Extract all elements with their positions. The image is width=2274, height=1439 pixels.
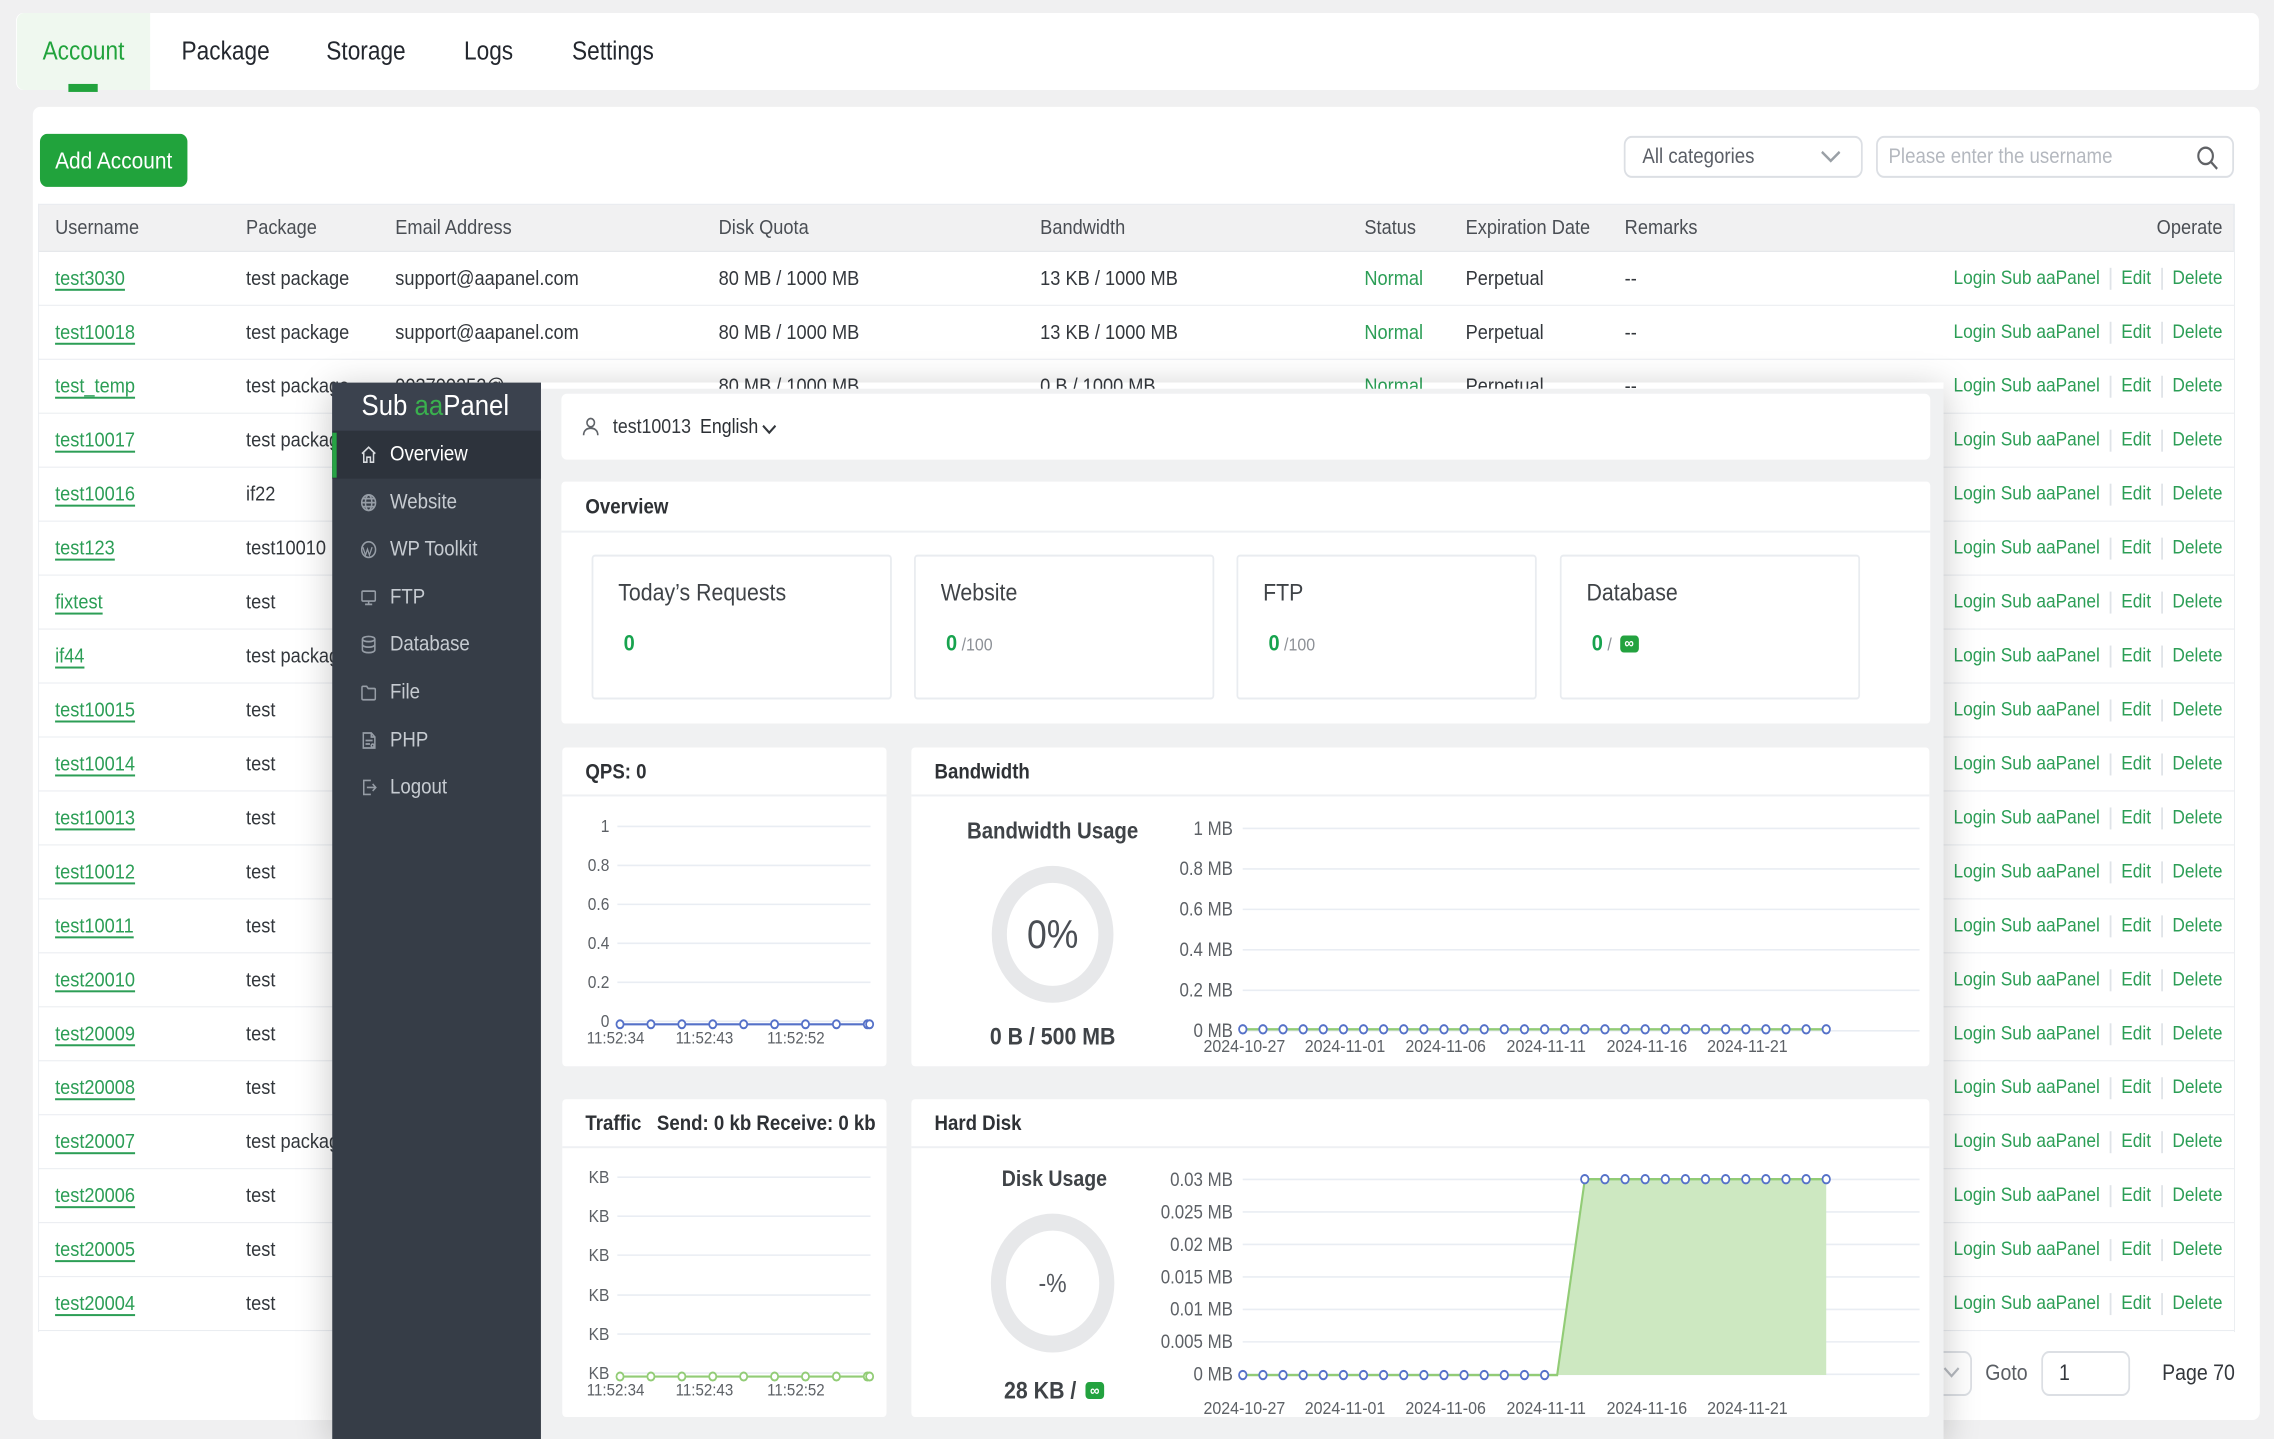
svg-text:0.2 MB: 0.2 MB <box>1179 980 1232 1001</box>
svg-text:2024-11-21: 2024-11-21 <box>1707 1036 1788 1056</box>
svg-text:2024-10-27: 2024-10-27 <box>1204 1036 1286 1056</box>
svg-text:2024-11-06: 2024-11-06 <box>1405 1398 1486 1417</box>
svg-text:∞: ∞ <box>1090 1383 1099 1400</box>
svg-text:Disk Usage: Disk Usage <box>1002 1167 1107 1191</box>
svg-text:KB: KB <box>589 1245 610 1265</box>
svg-text:11:52:34: 11:52:34 <box>587 1029 645 1048</box>
svg-text:11:52:43: 11:52:43 <box>676 1029 734 1048</box>
svg-text:2024-11-16: 2024-11-16 <box>1607 1398 1688 1417</box>
svg-text:0.03 MB: 0.03 MB <box>1170 1169 1233 1190</box>
svg-text:0.015 MB: 0.015 MB <box>1161 1266 1233 1287</box>
svg-text:0%: 0% <box>1027 913 1078 957</box>
svg-text:Bandwidth Usage: Bandwidth Usage <box>967 817 1138 843</box>
svg-text:11:52:43: 11:52:43 <box>676 1381 734 1400</box>
svg-text:-%: -% <box>1038 1270 1066 1299</box>
svg-text:KB: KB <box>589 1285 610 1305</box>
svg-text:0.8 MB: 0.8 MB <box>1179 858 1232 879</box>
svg-text:2024-11-11: 2024-11-11 <box>1507 1398 1586 1417</box>
svg-text:11:52:52: 11:52:52 <box>767 1029 825 1048</box>
svg-text:0.2: 0.2 <box>588 972 610 992</box>
svg-text:2024-10-27: 2024-10-27 <box>1204 1398 1286 1417</box>
svg-text:0.025 MB: 0.025 MB <box>1161 1201 1233 1222</box>
svg-text:0 B / 500 MB: 0 B / 500 MB <box>990 1023 1116 1050</box>
svg-text:28 KB /: 28 KB / <box>1004 1376 1077 1403</box>
svg-text:0.6 MB: 0.6 MB <box>1179 899 1232 920</box>
svg-text:1 MB: 1 MB <box>1194 818 1233 839</box>
svg-text:0 MB: 0 MB <box>1194 1364 1233 1385</box>
svg-text:KB: KB <box>589 1167 610 1187</box>
svg-text:0.8: 0.8 <box>588 855 610 875</box>
svg-text:2024-11-21: 2024-11-21 <box>1707 1398 1788 1417</box>
svg-text:0.4 MB: 0.4 MB <box>1179 939 1232 960</box>
svg-text:0.005 MB: 0.005 MB <box>1161 1331 1233 1352</box>
svg-text:KB: KB <box>589 1206 610 1226</box>
svg-text:2024-11-11: 2024-11-11 <box>1507 1036 1586 1056</box>
svg-text:2024-11-16: 2024-11-16 <box>1607 1036 1688 1056</box>
svg-text:KB: KB <box>589 1324 610 1344</box>
svg-text:2024-11-01: 2024-11-01 <box>1305 1398 1386 1417</box>
svg-text:0.4: 0.4 <box>588 933 610 953</box>
svg-text:1: 1 <box>601 816 610 836</box>
svg-text:0.01 MB: 0.01 MB <box>1170 1299 1233 1320</box>
svg-text:2024-11-01: 2024-11-01 <box>1305 1036 1386 1056</box>
svg-text:11:52:52: 11:52:52 <box>767 1381 825 1400</box>
svg-text:11:52:34: 11:52:34 <box>587 1381 645 1400</box>
svg-text:2024-11-06: 2024-11-06 <box>1405 1036 1486 1056</box>
svg-text:0.02 MB: 0.02 MB <box>1170 1234 1233 1255</box>
svg-text:0.6: 0.6 <box>588 894 610 914</box>
